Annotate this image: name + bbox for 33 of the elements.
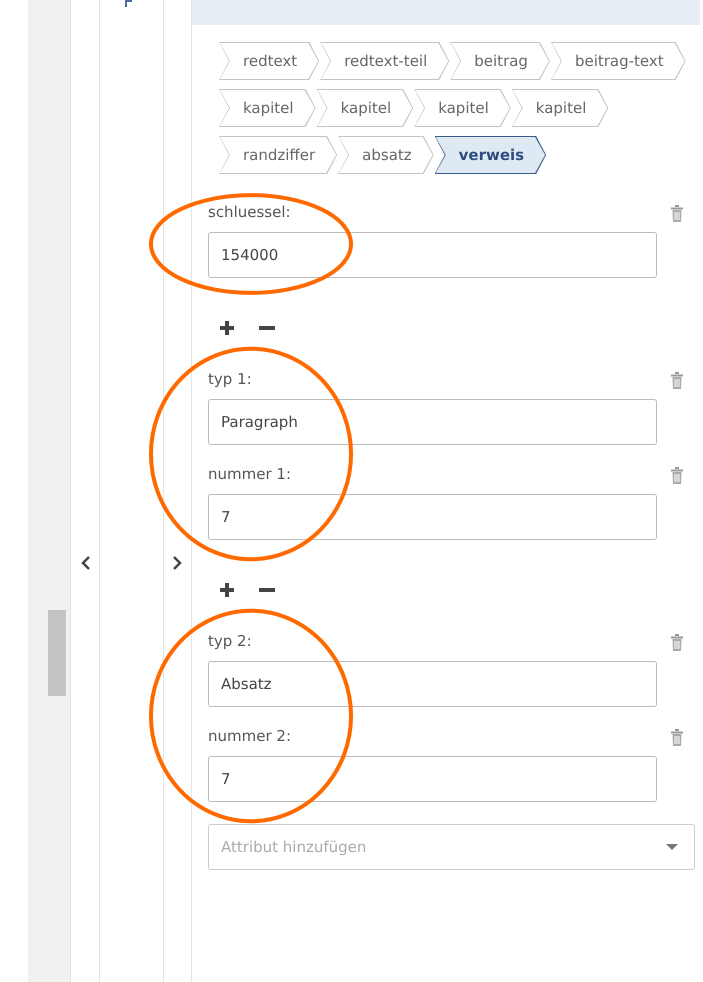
trash-icon[interactable] xyxy=(670,729,684,747)
input-field[interactable]: Paragraph xyxy=(208,399,657,445)
chevron-left-icon[interactable] xyxy=(81,556,91,570)
breadcrumb-item[interactable]: absatz xyxy=(338,136,434,174)
breadcrumb-item[interactable]: kapitel xyxy=(512,89,608,127)
corner-icon xyxy=(125,0,133,8)
dropdown-caret-icon xyxy=(666,844,678,850)
trash-icon[interactable] xyxy=(670,372,684,390)
input-field[interactable]: 7 xyxy=(208,756,657,802)
field-label: typ 2: xyxy=(208,632,253,652)
breadcrumb-item[interactable]: verweis xyxy=(434,136,546,174)
input-field[interactable]: 7 xyxy=(208,494,657,540)
plus-icon[interactable] xyxy=(218,581,236,599)
field-label: nummer 1: xyxy=(208,465,292,485)
breadcrumb-item[interactable]: redtext-teil xyxy=(320,42,450,80)
breadcrumb-item[interactable]: redtext xyxy=(219,42,320,80)
field-label: typ 1: xyxy=(208,370,253,390)
field-label: schluessel: xyxy=(208,203,292,223)
breadcrumb-item[interactable]: beitrag xyxy=(450,42,550,80)
trash-icon[interactable] xyxy=(670,467,684,485)
scrollbar-thumb[interactable] xyxy=(48,610,66,696)
breadcrumb-item[interactable]: randziffer xyxy=(219,136,338,174)
plus-icon[interactable] xyxy=(218,319,236,337)
breadcrumb-item[interactable]: kapitel xyxy=(414,89,511,127)
field-label: nummer 2: xyxy=(208,727,292,747)
breadcrumb-item[interactable]: beitrag-text xyxy=(550,42,686,80)
breadcrumb-item[interactable]: kapitel xyxy=(219,89,316,127)
chevron-right-icon[interactable] xyxy=(172,556,182,570)
trash-icon[interactable] xyxy=(670,205,684,223)
input-field[interactable]: 154000 xyxy=(208,232,657,278)
trash-icon[interactable] xyxy=(670,634,684,652)
breadcrumb-item[interactable]: kapitel xyxy=(316,89,414,127)
input-field[interactable]: Absatz xyxy=(208,661,657,707)
